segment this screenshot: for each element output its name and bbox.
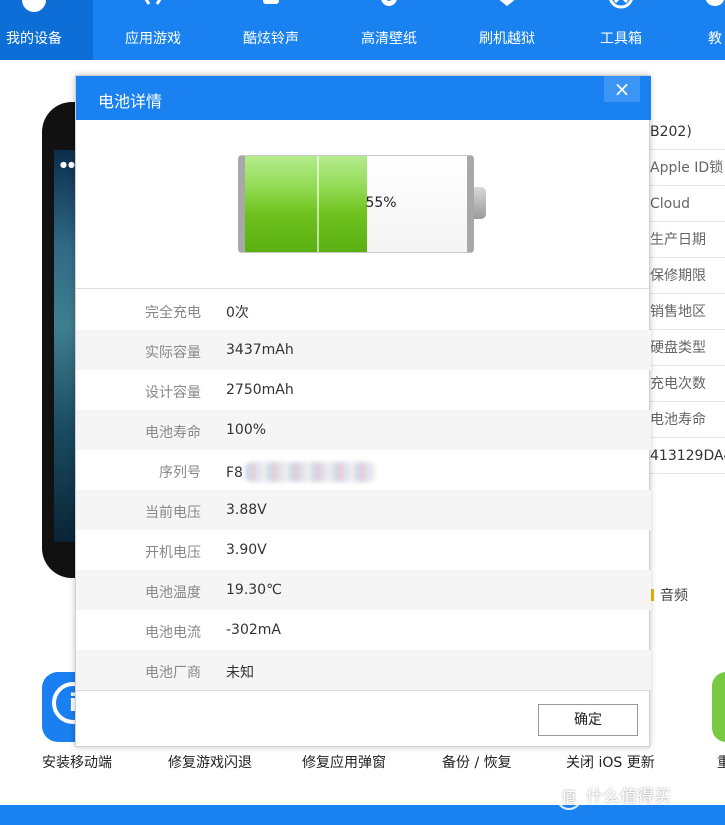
tool-disable-ios-update[interactable]: 关闭 iOS 更新 [566,752,655,772]
info-row-design-capacity: 设计容量 2750mAh [76,370,651,410]
divider [76,288,651,289]
tutorial-icon [705,0,725,6]
nav-my-device[interactable]: 我的设备 [0,0,93,60]
row-value: 3437mAh [226,342,294,358]
row-value: -302mA [226,622,281,638]
nav-apps-games[interactable]: 应用游戏 [94,0,212,60]
nav-label: 高清壁纸 [361,31,417,47]
info-row: 413129DA4 [650,438,725,474]
nav-label: 工具箱 [600,31,642,47]
battery-percent: 55% [365,195,397,211]
battery-details-dialog: 电池详情 × 55% 完全充电 0次 实际容量 3437mAh 设计容量 275… [75,75,651,747]
row-value: 未知 [226,665,254,681]
row-value: 0次 [226,305,249,321]
row-value: 19.30℃ [226,582,282,598]
watermark-text: 什么值得买 [586,787,671,807]
apple-icon [22,0,46,12]
nav-wallpapers[interactable]: 高清壁纸 [330,0,448,60]
audio-label: 音频 [660,588,688,604]
row-label: 电池温度 [145,585,201,601]
close-button[interactable]: × [604,76,640,102]
nav-label: 应用游戏 [125,31,181,47]
info-row: 硬盘类型 [650,330,725,366]
divider [76,690,651,691]
dialog-header: 电池详情 × [76,76,651,120]
battery-graphic: 55% [238,155,486,253]
watermark: 值什么值得买 [556,782,671,810]
row-value: 2750mAh [226,382,294,398]
row-value: F8 [226,465,243,481]
ok-button[interactable]: 确定 [538,704,638,736]
battery-info-table: 完全充电 0次 实际容量 3437mAh 设计容量 2750mAh 电池寿命 1… [76,290,651,690]
nav-label: 酷炫铃声 [243,31,299,47]
row-label: 电池寿命 [145,425,201,441]
row-value: 3.88V [226,502,267,518]
info-row-serial: 序列号 F8 [76,450,651,490]
audio-legend: 音频 [650,585,688,605]
row-label: 当前电压 [145,505,201,521]
device-info-list: B202) Apple ID锁 Cloud 生产日期 保修期限 销售地区 硬盘类… [650,114,725,474]
info-row: 充电次数 [650,366,725,402]
row-label: 电池电流 [145,625,201,641]
nav-tutorial[interactable]: 教 [680,0,725,60]
nav-flash-jailbreak[interactable]: 刷机越狱 [448,0,566,60]
row-value: 100% [226,422,267,438]
nav-label: 教 [708,31,722,47]
redacted-serial [244,462,375,482]
tool-fix-app-popup[interactable]: 修复应用弹窗 [302,752,386,772]
info-row-current: 电池电流 -302mA [76,610,651,650]
shield-icon [499,0,515,6]
close-icon: × [613,77,631,101]
row-value: 3.90V [226,542,267,558]
app-store-icon [144,0,162,5]
info-row: 生产日期 [650,222,725,258]
row-value-wrap: F8 [226,462,375,482]
nav-ringtones[interactable]: 酷炫铃声 [212,0,330,60]
toolbox-icon [609,0,633,9]
info-row: B202) [650,114,725,150]
flower-icon [381,0,397,6]
row-label: 开机电压 [145,545,201,561]
info-row: 电池寿命 [650,402,725,438]
tool-green-icon[interactable] [712,672,725,742]
tool-fix-game-crash[interactable]: 修复游戏闪退 [168,752,252,772]
info-row-battery-life: 电池寿命 100% [76,410,651,450]
row-label: 实际容量 [145,345,201,361]
row-label: 设计容量 [145,385,201,401]
tool-install-mobile[interactable]: 安装移动端 [42,752,112,772]
info-row-full-charge: 完全充电 0次 [76,290,651,330]
top-nav: 我的设备 应用游戏 酷炫铃声 高清壁纸 刷机越狱 工具箱 教 [0,0,725,60]
info-row: Cloud [650,186,725,222]
info-row-boot-voltage: 开机电压 3.90V [76,530,651,570]
battery-cap [474,187,486,219]
row-label: 序列号 [159,465,201,481]
info-row-current-voltage: 当前电压 3.88V [76,490,651,530]
row-label: 完全充电 [145,305,201,321]
bell-icon [263,0,279,4]
row-label: 电池厂商 [145,665,201,681]
info-row: 保修期限 [650,258,725,294]
info-row-manufacturer: 电池厂商 未知 [76,650,651,690]
nav-label: 我的设备 [6,31,62,47]
tool-backup-restore[interactable]: 备份 / 恢复 [442,752,512,772]
info-row: 销售地区 [650,294,725,330]
watermark-logo: 值 [556,784,582,810]
info-row: Apple ID锁 [650,150,725,186]
tool-partial[interactable]: 重 [717,752,725,772]
nav-toolbox[interactable]: 工具箱 [562,0,680,60]
nav-label: 刷机越狱 [479,31,535,47]
info-row-temperature: 电池温度 19.30℃ [76,570,651,610]
info-row-actual-capacity: 实际容量 3437mAh [76,330,651,370]
dialog-title: 电池详情 [98,92,163,111]
